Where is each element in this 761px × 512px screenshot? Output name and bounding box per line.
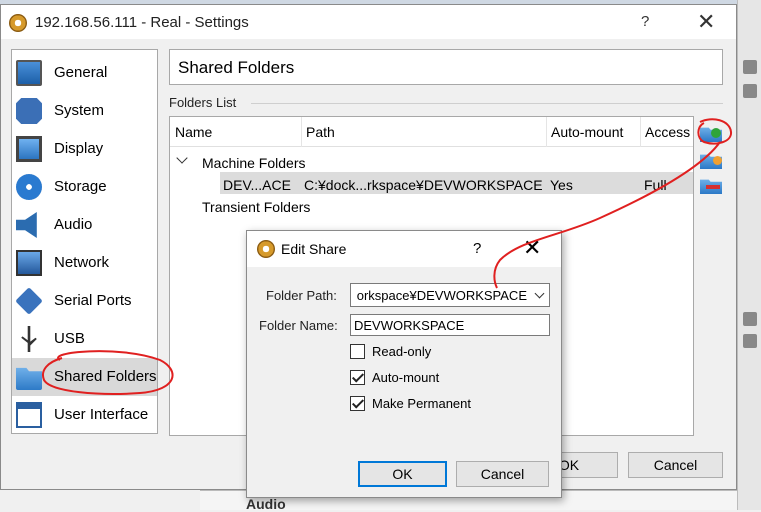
make-permanent-checkbox[interactable] — [350, 396, 365, 411]
column-header-name[interactable]: Name — [175, 124, 212, 140]
column-divider — [301, 117, 302, 147]
background-icon — [743, 84, 757, 98]
folder-path-value: orkspace¥DEVWORKSPACE — [356, 288, 527, 303]
sidebar-item-audio[interactable]: Audio — [12, 206, 157, 244]
column-header-auto-mount[interactable]: Auto-mount — [551, 124, 623, 140]
table-header: Name Path Auto-mount Access — [170, 117, 693, 147]
folders-list-label: Folders List — [169, 95, 237, 110]
divider — [251, 103, 723, 104]
sidebar-item-label: Display — [54, 140, 104, 157]
folder-path-combo[interactable]: orkspace¥DEVWORKSPACE — [350, 283, 550, 307]
sidebar-item-label: Storage — [54, 178, 107, 195]
dialog-help-button[interactable]: ? — [473, 240, 481, 257]
network-icon — [16, 250, 42, 276]
display-icon — [16, 136, 42, 162]
chevron-down-icon[interactable] — [534, 288, 545, 299]
window-titlebar: 192.168.56.111 - Real - Settings ? ✕ — [1, 5, 736, 39]
sidebar-item-label: USB — [54, 330, 85, 347]
dialog-cancel-button[interactable]: Cancel — [456, 461, 549, 487]
minus-icon — [706, 185, 720, 189]
window-title: 192.168.56.111 - Real - Settings — [35, 14, 249, 31]
row-access: Full — [644, 177, 667, 193]
sidebar-item-label: Shared Folders — [54, 368, 157, 385]
transient-folders-group[interactable]: Transient Folders — [202, 199, 310, 215]
audio-icon — [16, 212, 37, 238]
cancel-button[interactable]: Cancel — [628, 452, 723, 478]
dialog-ok-button[interactable]: OK — [358, 461, 447, 487]
edit-share-dialog: Edit Share ? ✕ Folder Path: orkspace¥DEV… — [246, 230, 562, 498]
sidebar-item-label: General — [54, 64, 108, 81]
background-icon — [743, 60, 757, 74]
sidebar-item-system[interactable]: System — [12, 92, 157, 130]
virtualbox-icon — [9, 14, 27, 32]
sidebar-item-shared-folders[interactable]: Shared Folders — [12, 358, 157, 396]
sidebar-item-general[interactable]: General — [12, 54, 157, 92]
usb-icon — [21, 326, 37, 352]
sidebar-item-storage[interactable]: Storage — [12, 168, 157, 206]
row-path: C:¥dock...rkspace¥DEVWORKSPACE — [304, 177, 543, 193]
dialog-titlebar: Edit Share ? ✕ — [247, 231, 561, 267]
sidebar-item-label: User Interface — [54, 406, 149, 423]
dialog-title: Edit Share — [281, 241, 347, 257]
read-only-checkbox[interactable] — [350, 344, 365, 359]
background-icon — [743, 334, 757, 348]
background-icon — [743, 312, 757, 326]
auto-mount-checkbox[interactable] — [350, 370, 365, 385]
sidebar-item-serial-ports[interactable]: Serial Ports — [12, 282, 157, 320]
sidebar-item-label: Network — [54, 254, 110, 271]
column-divider — [546, 117, 547, 147]
read-only-label: Read-only — [372, 344, 432, 359]
row-auto-mount: Yes — [550, 177, 573, 193]
user-interface-icon — [16, 402, 42, 428]
settings-sidebar: General System Display Storage Audio Net… — [11, 49, 158, 434]
chevron-down-icon[interactable] — [176, 152, 188, 164]
sidebar-item-user-interface[interactable]: User Interface — [12, 396, 157, 434]
sidebar-item-usb[interactable]: USB — [12, 320, 157, 358]
page-title: Shared Folders — [169, 49, 723, 85]
dialog-close-button[interactable]: ✕ — [523, 235, 541, 261]
column-header-path[interactable]: Path — [306, 124, 335, 140]
machine-folders-group[interactable]: Machine Folders — [202, 155, 306, 171]
column-divider — [640, 117, 641, 147]
sidebar-item-display[interactable]: Display — [12, 130, 157, 168]
background-scrollbar[interactable] — [737, 0, 761, 510]
folder-name-label: Folder Name: — [259, 318, 338, 333]
sidebar-item-network[interactable]: Network — [12, 244, 157, 282]
auto-mount-label: Auto-mount — [372, 370, 440, 385]
virtualbox-icon — [257, 240, 275, 258]
sidebar-item-label: Audio — [54, 216, 93, 233]
storage-icon — [16, 174, 42, 200]
column-header-access[interactable]: Access — [645, 124, 690, 140]
serial-ports-icon — [15, 287, 43, 315]
row-name: DEV...ACE — [223, 177, 291, 193]
sidebar-item-label: System — [54, 102, 105, 119]
plus-icon — [711, 128, 721, 138]
folder-name-field[interactable]: DEVWORKSPACE — [350, 314, 550, 336]
close-button[interactable]: ✕ — [697, 9, 715, 35]
make-permanent-label: Make Permanent — [372, 396, 471, 411]
general-icon — [16, 60, 42, 86]
gear-icon — [713, 156, 722, 165]
folder-name-value: DEVWORKSPACE — [354, 318, 465, 333]
help-button[interactable]: ? — [641, 13, 649, 30]
shared-folders-icon — [16, 367, 42, 390]
system-icon — [16, 98, 42, 124]
folder-path-label: Folder Path: — [266, 288, 337, 303]
sidebar-item-label: Serial Ports — [54, 292, 132, 309]
page-title-text: Shared Folders — [178, 58, 295, 77]
